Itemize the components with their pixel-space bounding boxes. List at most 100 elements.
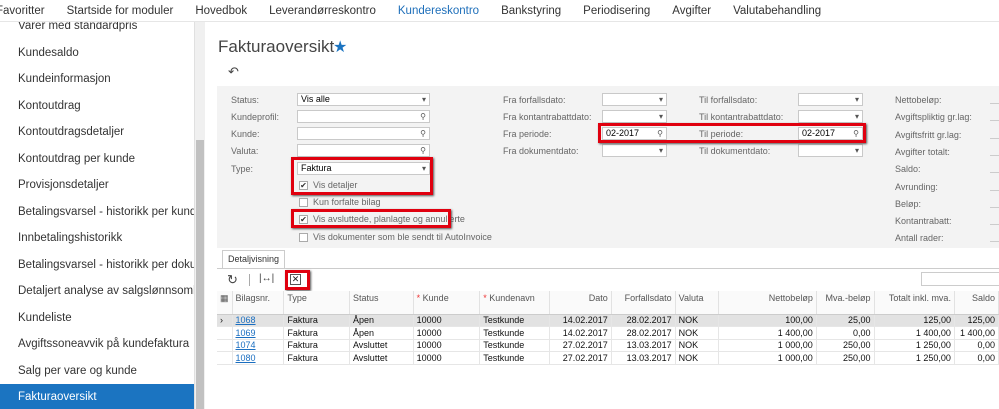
table-cell[interactable]: 1068 xyxy=(232,314,285,327)
sidebar-item[interactable]: Provisjonsdetaljer xyxy=(0,172,194,198)
nav-favoritter[interactable]: Favoritter xyxy=(0,5,45,17)
favorite-star-icon[interactable]: ★ xyxy=(333,37,347,57)
cell-value: 0,00 xyxy=(977,352,995,363)
chevron-down-icon[interactable]: ▾ xyxy=(855,94,859,105)
sidebar-item[interactable]: Fakturaoversikt xyxy=(0,384,194,409)
table-row[interactable]: › 1068 Faktura Åpen 10000 Testkunde 14.02.2017… xyxy=(217,314,999,327)
nav-hovedbok[interactable]: Hovedbok xyxy=(195,5,247,17)
status-label: Status: xyxy=(231,95,260,105)
cell-value: Åpen xyxy=(352,315,374,326)
nav-valutabehandling[interactable]: Valutabehandling xyxy=(733,5,821,17)
bilag-link[interactable]: 1074 xyxy=(236,340,256,350)
total-label: Avgifter totalt: xyxy=(895,146,950,157)
cell-value: 28.02.2017 xyxy=(626,327,672,338)
chevron-down-icon[interactable]: ▾ xyxy=(659,94,663,105)
column-header[interactable]: Dato xyxy=(549,291,612,315)
table-row[interactable]: 1080 Faktura Avsluttet 10000 Testkunde 27.02.… xyxy=(217,351,999,365)
grid-toolbar: ↻ |↔| ✕ xyxy=(217,269,999,291)
column-header[interactable]: Saldo xyxy=(954,291,999,315)
vis-autoinvoice-checkbox-label: Vis dokumenter som ble sendt til AutoInv… xyxy=(313,232,492,242)
til-kontantrabattdato-label: Til kontantrabattdato: xyxy=(699,112,784,122)
column-header[interactable]: Status xyxy=(349,291,414,315)
sidebar-item[interactable]: Avgiftssoneavvik på kundefaktura xyxy=(0,331,194,357)
total-value-line xyxy=(990,241,999,243)
bilag-link[interactable]: 1080 xyxy=(236,353,256,363)
table-cell[interactable]: 1080 xyxy=(232,351,285,365)
column-header[interactable]: Bilagsnr. xyxy=(232,291,285,315)
sidebar-item[interactable]: Kundeinformasjon xyxy=(0,66,194,92)
til-kontantrabattdato-input[interactable]: ▾ xyxy=(798,110,863,123)
tab-detaljvisning[interactable]: Detaljvisning xyxy=(222,250,286,268)
refresh-icon[interactable]: ↻ xyxy=(227,272,238,288)
chevron-down-icon[interactable]: ▾ xyxy=(855,111,859,122)
search-icon[interactable]: ⚲ xyxy=(420,111,426,122)
valuta-input[interactable]: ⚲ xyxy=(297,144,430,157)
column-header[interactable]: Nettobeløp xyxy=(718,291,817,315)
table-row[interactable]: 1074 Faktura Avsluttet 10000 Testkunde 27.02.… xyxy=(217,339,999,352)
kundeprofil-input[interactable]: ⚲ xyxy=(297,110,430,123)
column-header[interactable]: * Kunde xyxy=(413,291,481,315)
table-cell[interactable]: 1069 xyxy=(232,326,285,340)
table-cell: 10000 xyxy=(413,339,481,352)
til-dokumentdato-input[interactable]: ▾ xyxy=(798,144,863,157)
sidebar-item[interactable]: Betalingsvarsel - historikk per dokument xyxy=(0,252,194,278)
kunde-input[interactable]: ⚲ xyxy=(297,127,430,140)
table-cell: 0,00 xyxy=(954,339,999,352)
bilag-link[interactable]: 1068 xyxy=(236,315,256,325)
column-header[interactable]: Type xyxy=(283,291,350,315)
column-header[interactable]: Valuta xyxy=(675,291,720,315)
chevron-down-icon[interactable]: ▾ xyxy=(855,145,859,156)
sidebar-item[interactable]: Kontoutdragsdetaljer xyxy=(0,119,194,145)
chevron-down-icon[interactable]: ▾ xyxy=(659,145,663,156)
vis-autoinvoice-checkbox[interactable]: Vis dokumenter som ble sendt til AutoInv… xyxy=(299,232,492,242)
checkbox-icon[interactable] xyxy=(299,197,308,207)
nav-kundereskontro[interactable]: Kundereskontro xyxy=(398,5,479,17)
table-cell: 0,00 xyxy=(954,351,999,365)
column-header-label: Status xyxy=(352,293,379,303)
sidebar-item[interactable]: Betalingsvarsel - historikk per kunde xyxy=(0,199,194,225)
total-label: Avrunding: xyxy=(895,181,938,192)
checkbox-icon[interactable] xyxy=(299,232,308,242)
total-value-line xyxy=(990,120,999,122)
fra-dokumentdato-input[interactable]: ▾ xyxy=(602,144,667,157)
column-header[interactable]: * Kundenavn xyxy=(479,291,550,315)
fra-forfallsdato-input[interactable]: ▾ xyxy=(602,93,667,106)
table-cell: Faktura xyxy=(283,339,350,352)
fra-kontantrabattdato-input[interactable]: ▾ xyxy=(602,110,667,123)
sidebar-item[interactable]: Kundesaldo xyxy=(0,40,194,66)
nav-periodisering[interactable]: Periodisering xyxy=(583,5,650,17)
search-icon[interactable]: ⚲ xyxy=(420,145,426,156)
sidebar-item[interactable]: Varer med standardpris xyxy=(0,22,194,39)
sidebar-item[interactable]: Detaljert analyse av salgslønnsomhet xyxy=(0,278,194,304)
til-forfallsdato-input[interactable]: ▾ xyxy=(798,93,863,106)
sidebar-item[interactable]: Kontoutdrag per kunde xyxy=(0,146,194,172)
sidebar-item[interactable]: Innbetalingshistorikk xyxy=(0,225,194,251)
grid-search-input[interactable] xyxy=(921,272,999,286)
table-cell: 1 000,00 xyxy=(718,339,817,352)
nav-avgifter[interactable]: Avgifter xyxy=(672,5,711,17)
column-header[interactable]: Forfallsdato xyxy=(611,291,676,315)
column-header[interactable]: Mva.-beløp xyxy=(816,291,875,315)
sidebar-scrollbar[interactable] xyxy=(195,22,205,409)
table-cell[interactable]: 1074 xyxy=(232,339,285,352)
column-chooser-icon[interactable]: ▦ xyxy=(217,291,233,315)
nav-bankstyring[interactable]: Bankstyring xyxy=(501,5,561,17)
column-header[interactable]: Totalt inkl. mva. xyxy=(874,291,955,315)
scrollbar-thumb[interactable] xyxy=(196,140,204,409)
fit-columns-icon[interactable]: |↔| xyxy=(259,273,274,284)
undo-icon[interactable]: ↶ xyxy=(228,64,239,80)
nav-leverandorreskontro[interactable]: Leverandørreskontro xyxy=(269,5,376,17)
nav-startside[interactable]: Startside for moduler xyxy=(67,5,174,17)
status-select[interactable]: Vis alle ▾ xyxy=(297,93,430,106)
kun-forfalte-checkbox[interactable]: Kun forfalte bilag xyxy=(299,197,381,207)
table-row[interactable]: 1069 Faktura Åpen 10000 Testkunde 14.02.2017 2… xyxy=(217,326,999,340)
kundeprofil-label: Kundeprofil: xyxy=(231,112,280,122)
chevron-down-icon[interactable]: ▾ xyxy=(659,111,663,122)
sidebar-item[interactable]: Salg per vare og kunde xyxy=(0,358,194,384)
sidebar-item[interactable]: Kontoutdrag xyxy=(0,93,194,119)
table-cell: 0,00 xyxy=(816,326,875,340)
bilag-link[interactable]: 1069 xyxy=(236,328,256,338)
chevron-down-icon[interactable]: ▾ xyxy=(422,94,426,105)
sidebar-item[interactable]: Kundeliste xyxy=(0,305,194,331)
search-icon[interactable]: ⚲ xyxy=(420,128,426,139)
